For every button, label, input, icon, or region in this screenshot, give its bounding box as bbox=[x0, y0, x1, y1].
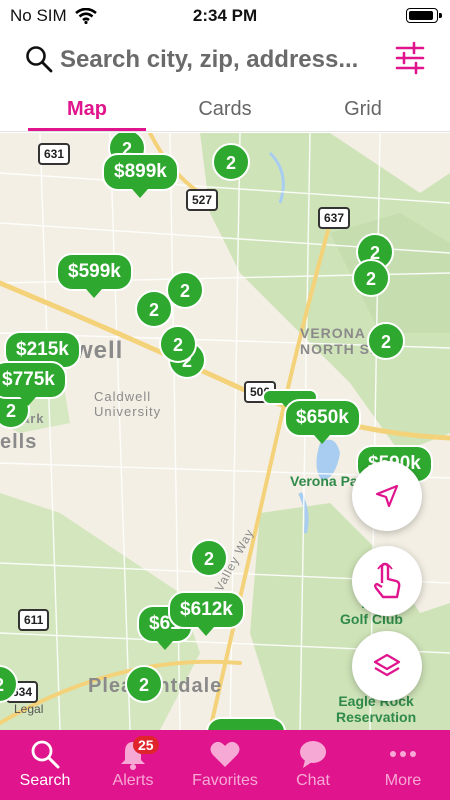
route-shield: 527 bbox=[186, 189, 219, 211]
price-pin[interactable]: $899k bbox=[102, 153, 179, 198]
place-text: University bbox=[94, 404, 162, 419]
tab-map[interactable]: Map bbox=[12, 98, 162, 121]
status-time: 2:34 PM bbox=[192, 6, 258, 25]
nav-label: More bbox=[384, 772, 422, 789]
battery-icon bbox=[406, 8, 442, 23]
nav-label: Alerts bbox=[112, 772, 154, 789]
layers-icon bbox=[373, 653, 401, 677]
search-bar bbox=[0, 34, 450, 90]
nav-label: Search bbox=[19, 772, 71, 789]
nav-chat[interactable]: Chat bbox=[268, 730, 358, 800]
status-bar: No SIM 2:34 PM bbox=[0, 0, 450, 32]
map-layers-button[interactable] bbox=[352, 631, 422, 701]
tab-cards[interactable]: Cards bbox=[150, 98, 300, 121]
place-label-verona-park: Verona Pa bbox=[290, 473, 358, 489]
map-cluster-pin[interactable]: 2 bbox=[367, 322, 405, 360]
nav-more[interactable]: More bbox=[358, 730, 448, 800]
more-dots-icon bbox=[390, 751, 416, 757]
price-pin[interactable]: $599k bbox=[56, 253, 133, 298]
search-input[interactable] bbox=[60, 44, 380, 76]
price-pin[interactable]: $612k bbox=[168, 591, 245, 636]
draw-search-area-button[interactable] bbox=[352, 546, 422, 616]
locate-me-button[interactable] bbox=[352, 461, 422, 531]
place-text: Caldwell bbox=[94, 389, 152, 404]
map-legal-link[interactable]: Legal bbox=[14, 702, 43, 716]
filter-sliders-icon[interactable] bbox=[394, 40, 426, 76]
map-cluster-pin[interactable]: 2 bbox=[125, 665, 163, 703]
map-cluster-pin[interactable]: 2 bbox=[212, 143, 250, 181]
price-pin[interactable]: $775k bbox=[0, 361, 67, 406]
bottom-nav: Search 25 Alerts Favorites Chat More bbox=[0, 730, 450, 800]
map-cluster-pin[interactable]: 2 bbox=[352, 259, 390, 297]
nav-label: Favorites bbox=[192, 772, 258, 789]
tab-grid[interactable]: Grid bbox=[288, 98, 438, 121]
map-cluster-pin[interactable]: 2 bbox=[135, 290, 173, 328]
place-text: Reservation bbox=[336, 709, 417, 725]
place-text: VERONA bbox=[300, 325, 366, 341]
price-pin[interactable]: $650k bbox=[284, 399, 361, 444]
search-icon bbox=[26, 46, 53, 73]
nav-alerts[interactable]: 25 Alerts bbox=[88, 730, 178, 800]
route-shield: 637 bbox=[318, 207, 351, 229]
location-arrow-icon bbox=[375, 484, 399, 508]
route-shield: 611 bbox=[18, 609, 50, 631]
active-tab-indicator bbox=[28, 128, 146, 131]
route-shield: 631 bbox=[38, 143, 71, 165]
chat-bubble-icon bbox=[300, 741, 326, 768]
nav-label: Chat bbox=[296, 772, 330, 789]
map-cluster-pin[interactable]: 2 bbox=[190, 539, 228, 577]
nav-favorites[interactable]: Favorites bbox=[180, 730, 270, 800]
search-icon bbox=[31, 740, 60, 769]
place-label-caldwell: well bbox=[74, 337, 124, 364]
price-pin[interactable] bbox=[206, 717, 286, 730]
map-cluster-pin[interactable]: 2 bbox=[159, 325, 197, 363]
heart-icon bbox=[210, 741, 240, 767]
nav-search[interactable]: Search bbox=[0, 730, 90, 800]
hand-pointer-icon bbox=[374, 562, 401, 599]
place-label-caldwell-university: Caldwell University bbox=[94, 389, 161, 419]
view-tabs: Map Cards Grid bbox=[0, 90, 450, 132]
place-label-ells: ells bbox=[0, 431, 38, 453]
alerts-badge: 25 bbox=[133, 736, 159, 754]
map-view[interactable]: well Caldwell University VERONA NORTH SI… bbox=[0, 133, 450, 730]
